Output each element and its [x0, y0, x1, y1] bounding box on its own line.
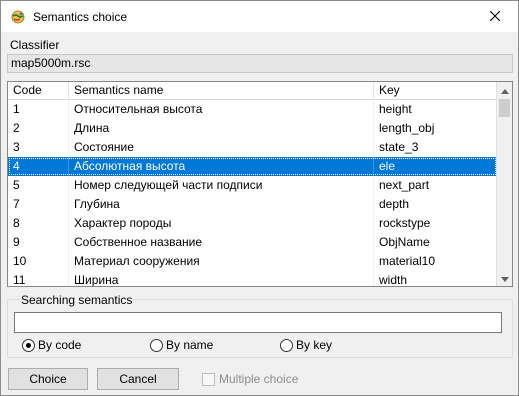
cell-code: 11 — [8, 271, 69, 286]
column-header-key[interactable]: Key — [374, 82, 497, 100]
table-row[interactable]: 10 Материал сооружения material10 — [8, 252, 497, 271]
cell-code: 3 — [8, 138, 69, 157]
search-input[interactable] — [14, 312, 502, 333]
table-body: 1 Относительная высота height 2 Длина length_… — [8, 100, 497, 286]
scroll-thumb[interactable] — [499, 99, 510, 117]
table-row[interactable]: 7 Глубина depth — [8, 195, 497, 214]
radio-dot[interactable] — [22, 338, 35, 352]
table-row[interactable]: 11 Ширина width — [8, 271, 497, 286]
radio-by-code[interactable]: By code — [22, 338, 81, 352]
cell-name: Материал сооружения — [69, 252, 374, 271]
cell-key: width — [374, 271, 497, 286]
radio-by-name[interactable]: By name — [150, 338, 213, 352]
table-row[interactable]: 2 Длина length_obj — [8, 119, 497, 138]
window-title: Semantics choice — [33, 10, 128, 24]
cell-name: Характер породы — [69, 214, 374, 233]
cell-name: Относительная высота — [69, 100, 374, 119]
cell-key: material10 — [374, 252, 497, 271]
cell-name: Ширина — [69, 271, 374, 286]
classifier-field: map5000m.rsc — [7, 54, 513, 73]
cell-key: length_obj — [374, 119, 497, 138]
cell-code: 9 — [8, 233, 69, 252]
cell-code: 10 — [8, 252, 69, 271]
close-button[interactable] — [472, 1, 518, 32]
searching-semantics-label: Searching semantics — [20, 293, 134, 307]
table-row[interactable]: 1 Относительная высота height — [8, 100, 497, 119]
radio-label: By name — [166, 338, 214, 352]
vertical-scrollbar[interactable] — [496, 82, 512, 286]
multiple-choice-checkbox[interactable]: Multiple choice — [202, 372, 298, 386]
semantics-table: Code Semantics name Key 1 Относительная в… — [7, 81, 513, 287]
cell-name: Собственное название — [69, 233, 374, 252]
radio-label: By code — [38, 338, 82, 352]
cell-code: 8 — [8, 214, 69, 233]
cell-name: Номер следующей части подписи — [69, 176, 374, 195]
cell-code: 1 — [8, 100, 69, 119]
cell-code: 2 — [8, 119, 69, 138]
checkbox-box[interactable] — [202, 372, 215, 386]
radio-dot[interactable] — [150, 338, 163, 352]
table-row[interactable]: 5 Номер следующей части подписи next_part — [8, 176, 497, 195]
cell-name: Абсолютная высота — [69, 157, 374, 176]
scroll-down-button[interactable] — [497, 270, 512, 286]
cell-key: ele — [374, 157, 497, 176]
cell-name: Состояние — [69, 138, 374, 157]
column-header-name[interactable]: Semantics name — [69, 82, 374, 100]
table-row[interactable]: 3 Состояние state_3 — [8, 138, 497, 157]
cell-code: 7 — [8, 195, 69, 214]
table-row[interactable]: 8 Характер породы rockstype — [8, 214, 497, 233]
cell-name: Глубина — [69, 195, 374, 214]
cell-name: Длина — [69, 119, 374, 138]
radio-by-key[interactable]: By key — [280, 338, 332, 352]
radio-dot[interactable] — [280, 338, 293, 352]
classifier-label: Classifier — [10, 38, 60, 52]
close-icon — [489, 10, 501, 24]
cell-code: 4 — [8, 157, 69, 176]
semantics-choice-dialog: Semantics choice Classifier map5000m.rsc… — [0, 0, 519, 396]
table-header: Code Semantics name Key — [8, 82, 497, 100]
cell-key: height — [374, 100, 497, 119]
chevron-down-icon — [501, 271, 509, 285]
chevron-up-icon — [501, 83, 509, 97]
app-globe-icon — [11, 10, 25, 24]
column-header-code[interactable]: Code — [8, 82, 69, 100]
table-row[interactable]: 4 Абсолютная высота ele — [8, 157, 497, 176]
radio-label: By key — [296, 338, 333, 352]
cancel-button[interactable]: Cancel — [97, 368, 179, 390]
choice-button[interactable]: Choice — [8, 368, 88, 390]
cell-key: rockstype — [374, 214, 497, 233]
cell-key: depth — [374, 195, 497, 214]
scroll-up-button[interactable] — [497, 82, 512, 98]
cell-key: state_3 — [374, 138, 497, 157]
multiple-choice-label: Multiple choice — [219, 372, 299, 386]
title-bar: Semantics choice — [1, 1, 518, 32]
cell-key: ObjName — [374, 233, 497, 252]
cell-key: next_part — [374, 176, 497, 195]
table-row[interactable]: 9 Собственное название ObjName — [8, 233, 497, 252]
cell-code: 5 — [8, 176, 69, 195]
